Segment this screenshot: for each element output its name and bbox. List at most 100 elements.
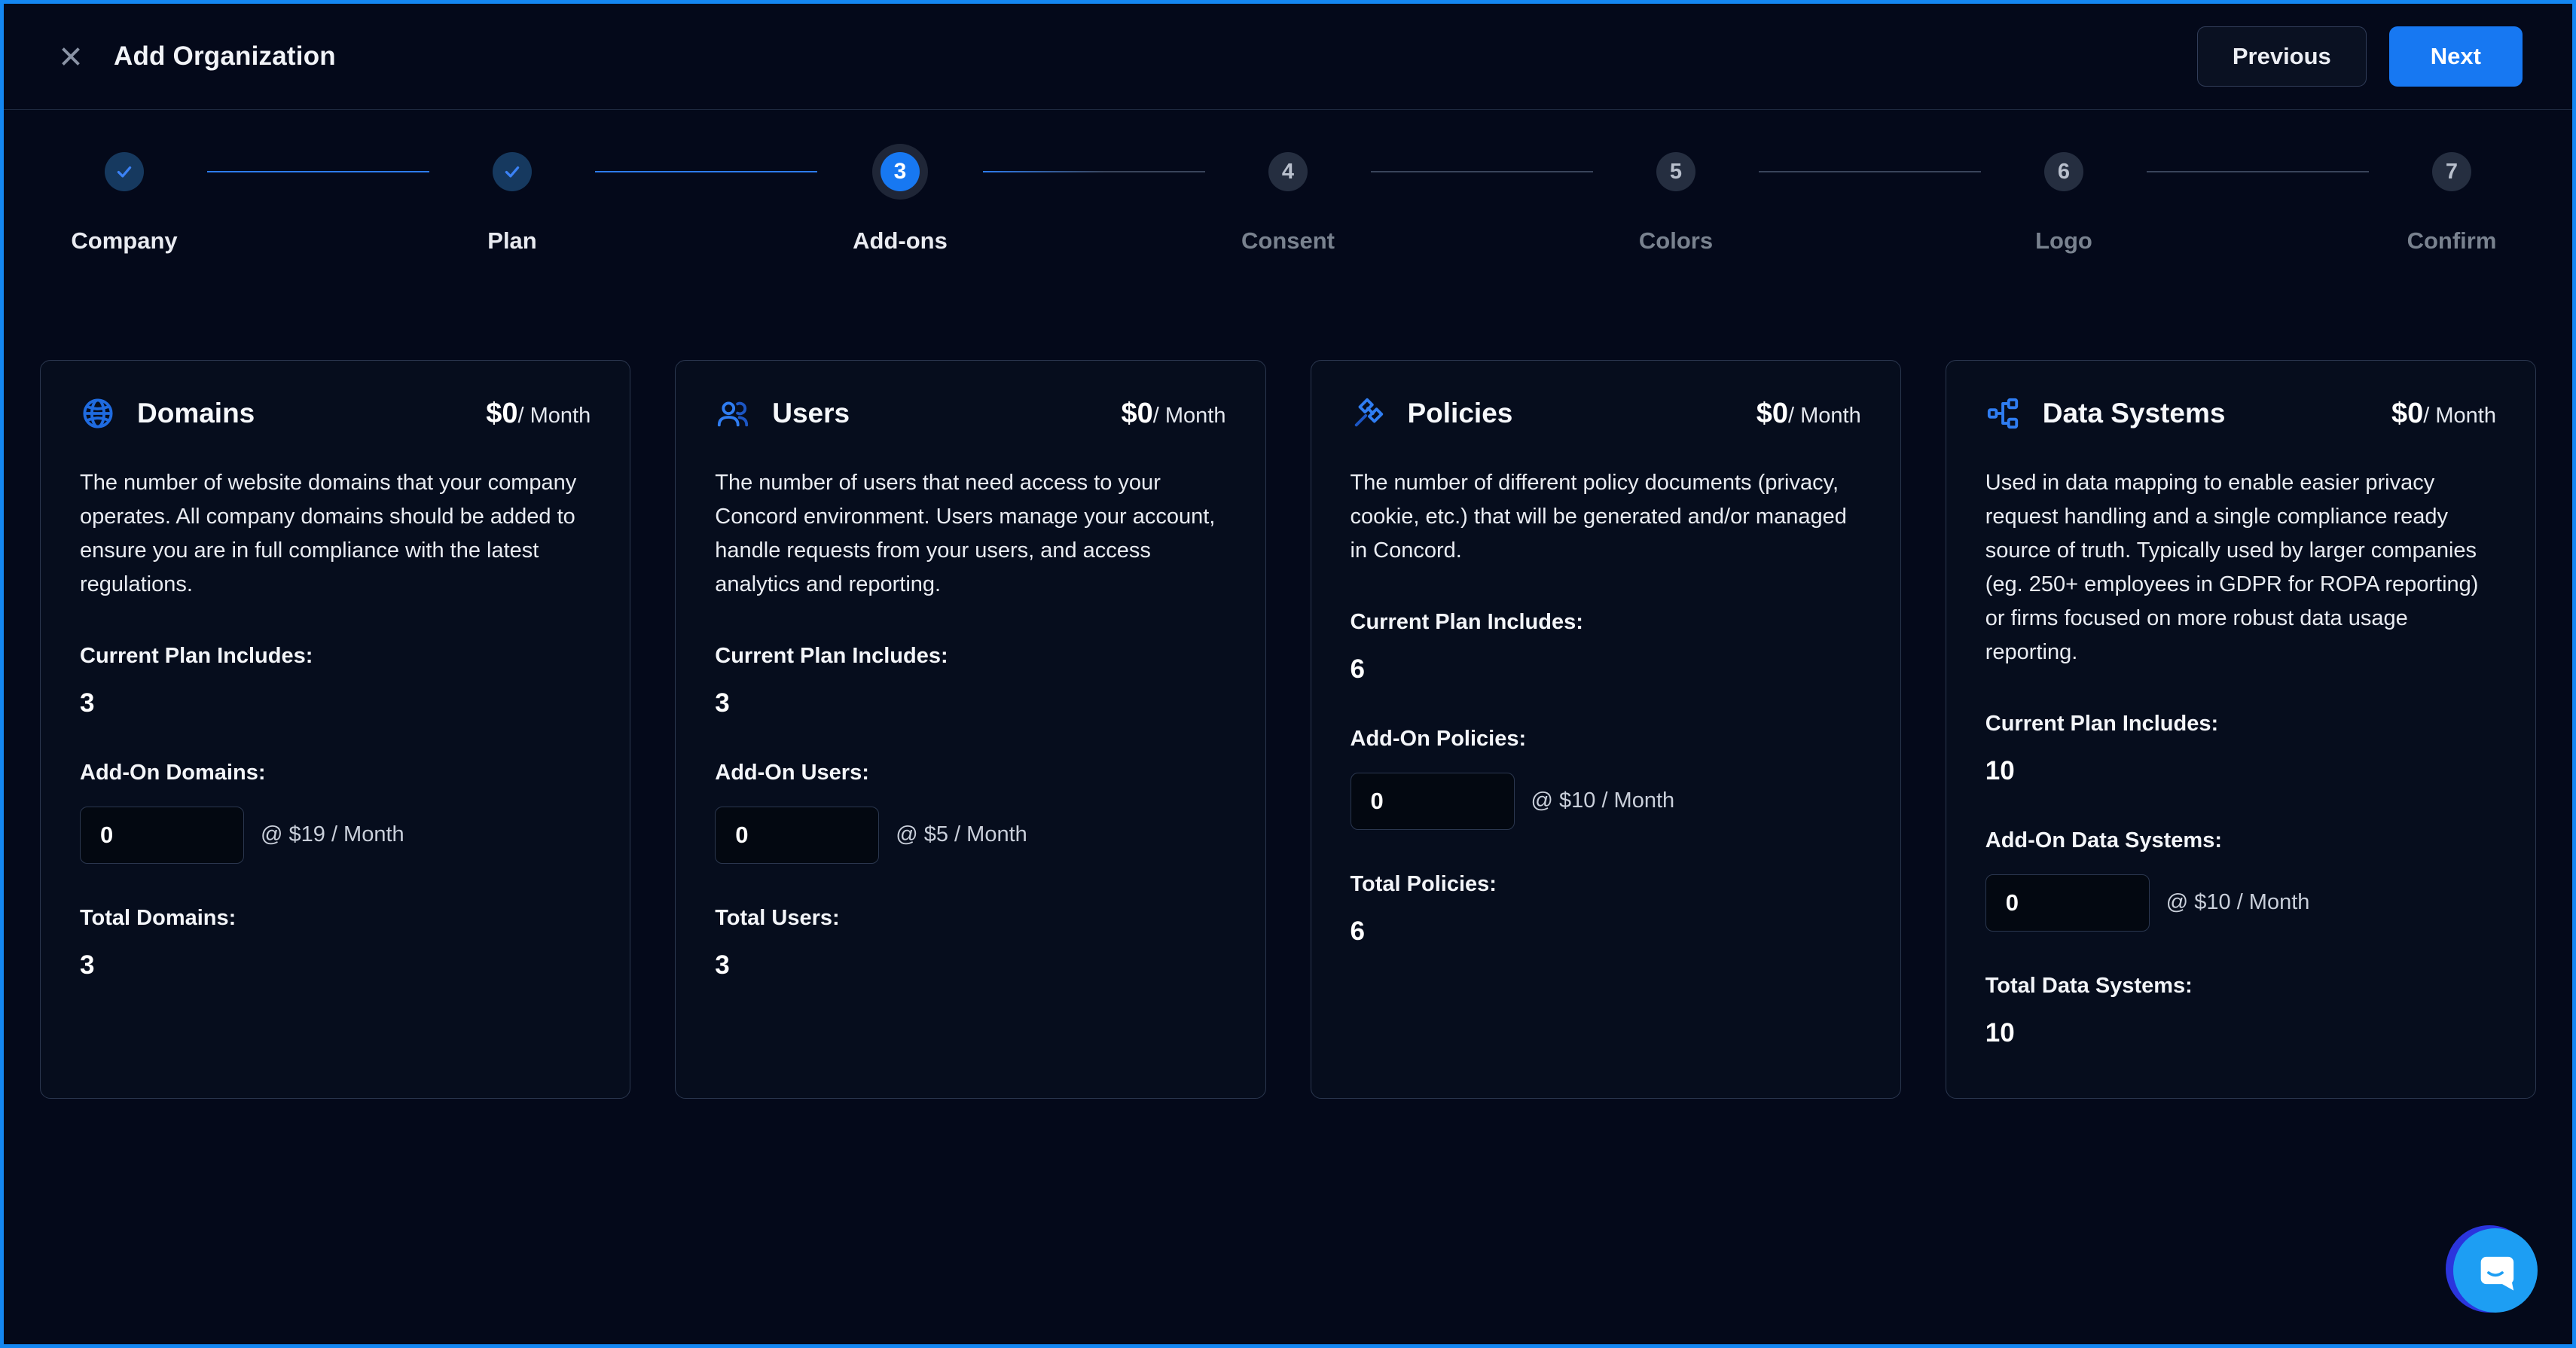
total-value: 10 bbox=[1985, 1018, 2496, 1048]
addon-row: @ $10 / Month bbox=[1351, 773, 1861, 830]
included-value: 3 bbox=[80, 688, 591, 718]
total-value: 3 bbox=[80, 950, 591, 981]
included-label: Current Plan Includes: bbox=[715, 644, 1225, 669]
card-header: Domains $0 / Month bbox=[80, 395, 591, 432]
close-icon[interactable] bbox=[53, 39, 88, 74]
step-label: Logo bbox=[2035, 227, 2092, 255]
step-label: Company bbox=[71, 227, 177, 255]
step-circle-1[interactable] bbox=[105, 152, 144, 191]
step-circle-4[interactable]: 4 bbox=[1268, 152, 1308, 191]
stepper-step-consent[interactable]: 4 Consent bbox=[1205, 152, 1371, 255]
addon-quantity-input[interactable] bbox=[715, 807, 879, 864]
stepper-step-colors[interactable]: 5 Colors bbox=[1593, 152, 1759, 255]
step-label: Add-ons bbox=[853, 227, 948, 255]
chat-launcher-front-disc bbox=[2453, 1228, 2538, 1313]
card-title: Domains bbox=[137, 398, 255, 429]
price-amount: $0 bbox=[1122, 398, 1153, 430]
globe-icon bbox=[80, 395, 116, 432]
card-header: Data Systems $0 / Month bbox=[1985, 395, 2496, 432]
check-icon bbox=[114, 162, 134, 181]
modal-header: Add Organization Previous Next bbox=[4, 4, 2572, 110]
step-circle-6[interactable]: 6 bbox=[2044, 152, 2083, 191]
card-header: Users $0 / Month bbox=[715, 395, 1225, 432]
step-circle-2[interactable] bbox=[493, 152, 532, 191]
addon-row: @ $10 / Month bbox=[1985, 874, 2496, 932]
check-icon bbox=[502, 162, 522, 181]
step-circle-3[interactable]: 3 bbox=[881, 152, 920, 191]
addon-row: @ $5 / Month bbox=[715, 807, 1225, 864]
price-suffix: / Month bbox=[1788, 404, 1861, 428]
addon-quantity-input[interactable] bbox=[1351, 773, 1515, 830]
stepper-step-add-ons[interactable]: 3 Add-ons bbox=[817, 152, 983, 255]
step-connector bbox=[207, 171, 429, 172]
step-label: Plan bbox=[487, 227, 536, 255]
chat-bubble-icon bbox=[2474, 1249, 2517, 1292]
addon-quantity-input[interactable] bbox=[80, 807, 244, 864]
included-label: Current Plan Includes: bbox=[1351, 610, 1861, 635]
total-value: 6 bbox=[1351, 916, 1861, 947]
included-value: 10 bbox=[1985, 756, 2496, 786]
addon-label: Add-On Data Systems: bbox=[1985, 828, 2496, 853]
step-connector bbox=[1371, 171, 1593, 172]
addon-rate: @ $10 / Month bbox=[1531, 788, 1675, 813]
previous-button[interactable]: Previous bbox=[2197, 26, 2367, 87]
addon-row: @ $19 / Month bbox=[80, 807, 591, 864]
card-description: The number of website domains that your … bbox=[80, 466, 591, 602]
step-connector bbox=[595, 171, 817, 172]
step-number: 5 bbox=[1670, 160, 1682, 185]
card-description: Used in data mapping to enable easier pr… bbox=[1985, 466, 2496, 669]
total-label: Total Domains: bbox=[80, 906, 591, 931]
card-price: $0 / Month bbox=[486, 398, 591, 430]
wizard-stepper: Company Plan 3 Add-ons 4 Consent 5 Color… bbox=[4, 152, 2572, 255]
stepper-step-company[interactable]: Company bbox=[41, 152, 207, 255]
price-suffix: / Month bbox=[518, 404, 591, 428]
page-title: Add Organization bbox=[114, 41, 336, 72]
step-label: Colors bbox=[1639, 227, 1713, 255]
included-value: 3 bbox=[715, 688, 1225, 718]
users-icon bbox=[715, 395, 751, 432]
card-title: Policies bbox=[1408, 398, 1513, 429]
total-label: Total Policies: bbox=[1351, 872, 1861, 897]
addon-label: Add-On Policies: bbox=[1351, 727, 1861, 752]
stepper-step-plan[interactable]: Plan bbox=[429, 152, 595, 255]
stepper-step-confirm[interactable]: 7 Confirm bbox=[2369, 152, 2535, 255]
data-systems-icon bbox=[1985, 395, 2022, 432]
step-label: Confirm bbox=[2407, 227, 2497, 255]
step-connector bbox=[983, 171, 1205, 172]
step-number: 4 bbox=[1282, 160, 1294, 185]
step-circle-5[interactable]: 5 bbox=[1656, 152, 1695, 191]
total-value: 3 bbox=[715, 950, 1225, 981]
addon-quantity-input[interactable] bbox=[1985, 874, 2150, 932]
addon-label: Add-On Domains: bbox=[80, 761, 591, 785]
total-label: Total Data Systems: bbox=[1985, 974, 2496, 999]
card-price: $0 / Month bbox=[1757, 398, 1861, 430]
card-header: Policies $0 / Month bbox=[1351, 395, 1861, 432]
step-number: 3 bbox=[894, 159, 907, 185]
gavel-icon bbox=[1351, 395, 1387, 432]
included-value: 6 bbox=[1351, 654, 1861, 685]
chat-launcher-button[interactable] bbox=[2446, 1224, 2539, 1316]
step-label: Consent bbox=[1241, 227, 1335, 255]
addon-label: Add-On Users: bbox=[715, 761, 1225, 785]
step-number: 6 bbox=[2058, 160, 2070, 185]
price-suffix: / Month bbox=[1153, 404, 1226, 428]
step-connector bbox=[1759, 171, 1981, 172]
step-circle-7[interactable]: 7 bbox=[2432, 152, 2471, 191]
stepper-step-logo[interactable]: 6 Logo bbox=[1981, 152, 2147, 255]
addon-rate: @ $19 / Month bbox=[261, 822, 404, 847]
price-amount: $0 bbox=[486, 398, 517, 430]
policies-card: Policies $0 / Month The number of differ… bbox=[1311, 360, 1901, 1099]
data-systems-card: Data Systems $0 / Month Used in data map… bbox=[1946, 360, 2536, 1099]
price-suffix: / Month bbox=[2423, 404, 2496, 428]
addon-cards: Domains $0 / Month The number of website… bbox=[40, 360, 2536, 1099]
price-amount: $0 bbox=[2391, 398, 2423, 430]
addon-rate: @ $5 / Month bbox=[896, 822, 1027, 847]
card-title: Data Systems bbox=[2043, 398, 2226, 429]
domains-card: Domains $0 / Month The number of website… bbox=[40, 360, 630, 1099]
card-title: Users bbox=[772, 398, 850, 429]
total-label: Total Users: bbox=[715, 906, 1225, 931]
card-description: The number of users that need access to … bbox=[715, 466, 1225, 602]
step-connector bbox=[2147, 171, 2369, 172]
included-label: Current Plan Includes: bbox=[1985, 712, 2496, 737]
next-button[interactable]: Next bbox=[2389, 26, 2523, 87]
